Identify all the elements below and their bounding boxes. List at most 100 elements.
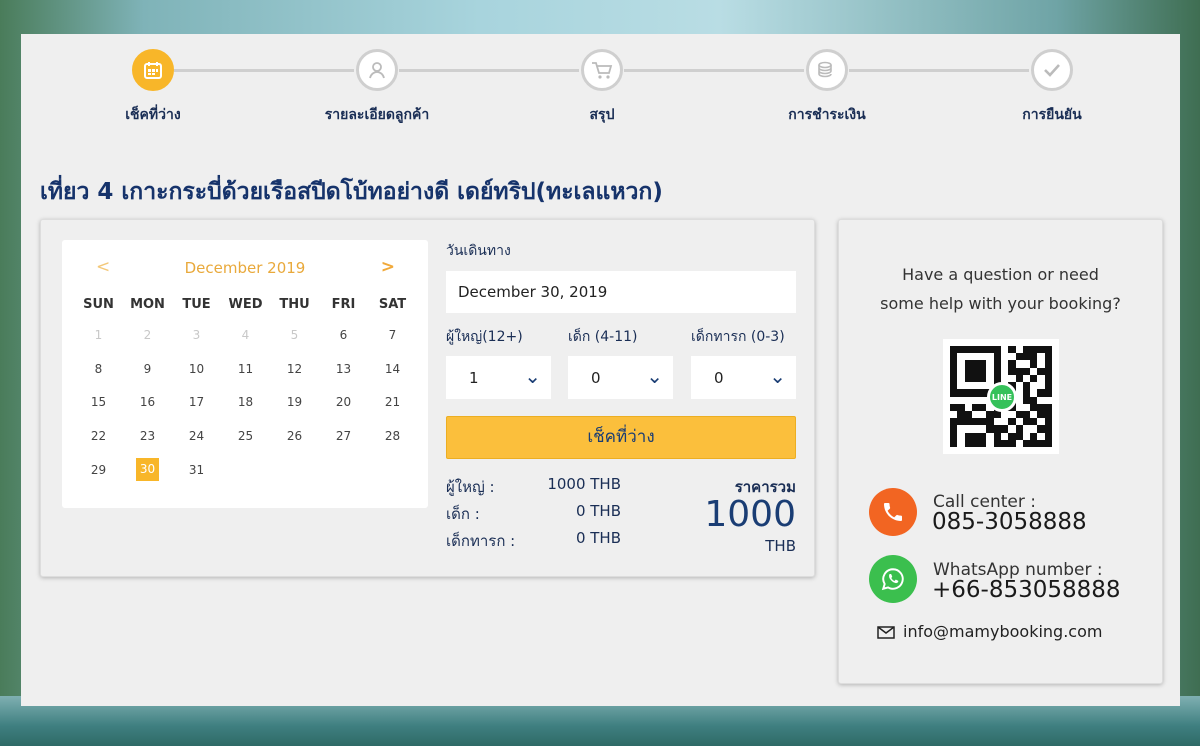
- calendar-day-number: 4: [241, 327, 250, 342]
- calendar-day[interactable]: 25: [221, 419, 270, 453]
- calendar-day[interactable]: 22: [74, 419, 123, 453]
- calendar-grid: SUN MON TUE WED THU FRI SAT 1 2 3 4 5 6 7 8 9 10 11 12 13 1…: [74, 290, 417, 486]
- calendar-day-number: 22: [90, 428, 107, 443]
- calendar-day-number: 9: [143, 361, 152, 376]
- calendar-day-selected[interactable]: 30: [123, 453, 172, 487]
- infant-select-value: 0: [714, 369, 724, 387]
- calendar-day-number: 13: [335, 361, 352, 376]
- calendar-day-number: 27: [335, 428, 352, 443]
- step-check-availability: เช็คที่ว่าง: [53, 49, 253, 126]
- calendar-day: 2: [123, 318, 172, 352]
- calendar-day[interactable]: 21: [368, 385, 417, 419]
- calendar-day[interactable]: 24: [172, 419, 221, 453]
- calendar-day[interactable]: 14: [368, 352, 417, 386]
- calendar-day-number: 25: [237, 428, 254, 443]
- calendar-day: 4: [221, 318, 270, 352]
- calendar-day[interactable]: 17: [172, 385, 221, 419]
- calendar-day[interactable]: 8: [74, 352, 123, 386]
- calendar-day-number: 16: [139, 395, 156, 410]
- calendar-day-number: 2: [143, 327, 152, 342]
- calendar-day[interactable]: 13: [319, 352, 368, 386]
- calendar-day[interactable]: 26: [270, 419, 319, 453]
- calendar-day[interactable]: 23: [123, 419, 172, 453]
- calendar-day-number: 21: [384, 395, 401, 410]
- calendar-week: 29 30 31: [74, 453, 417, 487]
- price-child-value: 0 THB: [575, 502, 621, 520]
- weekday-header: WED: [228, 296, 263, 312]
- travel-date-input[interactable]: [446, 271, 796, 313]
- weekday-header: MON: [130, 296, 165, 312]
- calendar-week: 22 23 24 25 26 27 28: [74, 419, 417, 453]
- help-card: Have a question or need some help with y…: [838, 219, 1163, 684]
- calendar-day-number: 11: [237, 361, 254, 376]
- calendar-month: December 2019: [184, 259, 306, 277]
- calendar-day[interactable]: 28: [368, 419, 417, 453]
- calendar-empty: [221, 453, 270, 487]
- calendar-day[interactable]: 31: [172, 453, 221, 487]
- calendar: < December 2019 > SUN MON TUE WED THU FRI SAT …: [62, 240, 428, 508]
- calendar-day[interactable]: 7: [368, 318, 417, 352]
- calendar-day[interactable]: 18: [221, 385, 270, 419]
- calendar-day[interactable]: 27: [319, 419, 368, 453]
- calendar-day-number: 29: [90, 462, 107, 477]
- infant-select[interactable]: 0 ⌄: [691, 356, 796, 399]
- price-adult-label: ผู้ใหญ่ :: [446, 478, 495, 496]
- calendar-day-number: 26: [286, 428, 303, 443]
- calendar-day[interactable]: 29: [74, 453, 123, 487]
- price-infant-label: เด็กทารก :: [446, 532, 516, 550]
- calendar-empty: [270, 453, 319, 487]
- calendar-day-number: 1: [94, 327, 103, 342]
- check-icon: [1031, 49, 1073, 91]
- calendar-day-number: 17: [188, 395, 205, 410]
- calendar-day[interactable]: 15: [74, 385, 123, 419]
- call-center-number[interactable]: 085-3058888: [932, 509, 1087, 535]
- adult-select-value: 1: [469, 369, 479, 387]
- check-availability-button[interactable]: เช็คที่ว่าง: [446, 416, 796, 459]
- email-address[interactable]: info@mamybooking.com: [903, 622, 1102, 641]
- step-customer-details: รายละเอียดลูกค้า: [277, 49, 477, 126]
- whatsapp-number[interactable]: +66-853058888: [932, 577, 1121, 603]
- calendar-day-number: 5: [290, 327, 299, 342]
- page-title: เที่ยว 4 เกาะกระบี่ด้วยเรือสปีดโบ้ทอย่าง…: [40, 179, 663, 205]
- calendar-week: 8 9 10 11 12 13 14: [74, 352, 417, 386]
- price-infant-value: 0 THB: [575, 529, 621, 547]
- coins-icon: [806, 49, 848, 91]
- infant-label: เด็กทารก (0-3): [691, 329, 785, 345]
- calendar-day-number: 6: [339, 327, 348, 342]
- help-question-line: Have a question or need: [902, 265, 1099, 284]
- weekday-header: SUN: [83, 296, 114, 312]
- user-icon: [356, 49, 398, 91]
- calendar-day[interactable]: 11: [221, 352, 270, 386]
- cart-icon: [581, 49, 623, 91]
- help-question: Have a question or need some help with y…: [839, 260, 1162, 318]
- step-label: รายละเอียดลูกค้า: [324, 107, 430, 123]
- next-month-button[interactable]: >: [381, 257, 395, 277]
- weekday-header: THU: [279, 296, 310, 312]
- calendar-day[interactable]: 9: [123, 352, 172, 386]
- step-payment: การชำระเงิน: [727, 49, 927, 126]
- calendar-day: 1: [74, 318, 123, 352]
- calendar-day-number: 12: [286, 361, 303, 376]
- booking-form: วันเดินทาง ผู้ใหญ่(12+) เด็ก (4-11) เด็ก…: [446, 240, 796, 555]
- child-select[interactable]: 0 ⌄: [568, 356, 673, 399]
- calendar-day-number: 30: [136, 458, 159, 482]
- calendar-day[interactable]: 20: [319, 385, 368, 419]
- adult-select[interactable]: 1 ⌄: [446, 356, 551, 399]
- step-summary: สรุป: [502, 49, 702, 126]
- calendar-day-number: 19: [286, 395, 303, 410]
- line-qr-code[interactable]: LINE: [943, 339, 1059, 454]
- phone-icon: [869, 488, 917, 536]
- weekday-header: SAT: [378, 296, 407, 312]
- calendar-day[interactable]: 16: [123, 385, 172, 419]
- calendar-day[interactable]: 6: [319, 318, 368, 352]
- step-label: สรุป: [589, 107, 615, 123]
- calendar-day[interactable]: 10: [172, 352, 221, 386]
- calendar-day[interactable]: 19: [270, 385, 319, 419]
- calendar-day: 5: [270, 318, 319, 352]
- step-label: เช็คที่ว่าง: [125, 107, 181, 123]
- total-price-value: 1000: [704, 494, 796, 535]
- chevron-down-icon: ⌄: [646, 364, 663, 388]
- line-logo-icon: LINE: [987, 382, 1017, 412]
- calendar-day[interactable]: 12: [270, 352, 319, 386]
- email-contact[interactable]: info@mamybooking.com: [877, 622, 1102, 643]
